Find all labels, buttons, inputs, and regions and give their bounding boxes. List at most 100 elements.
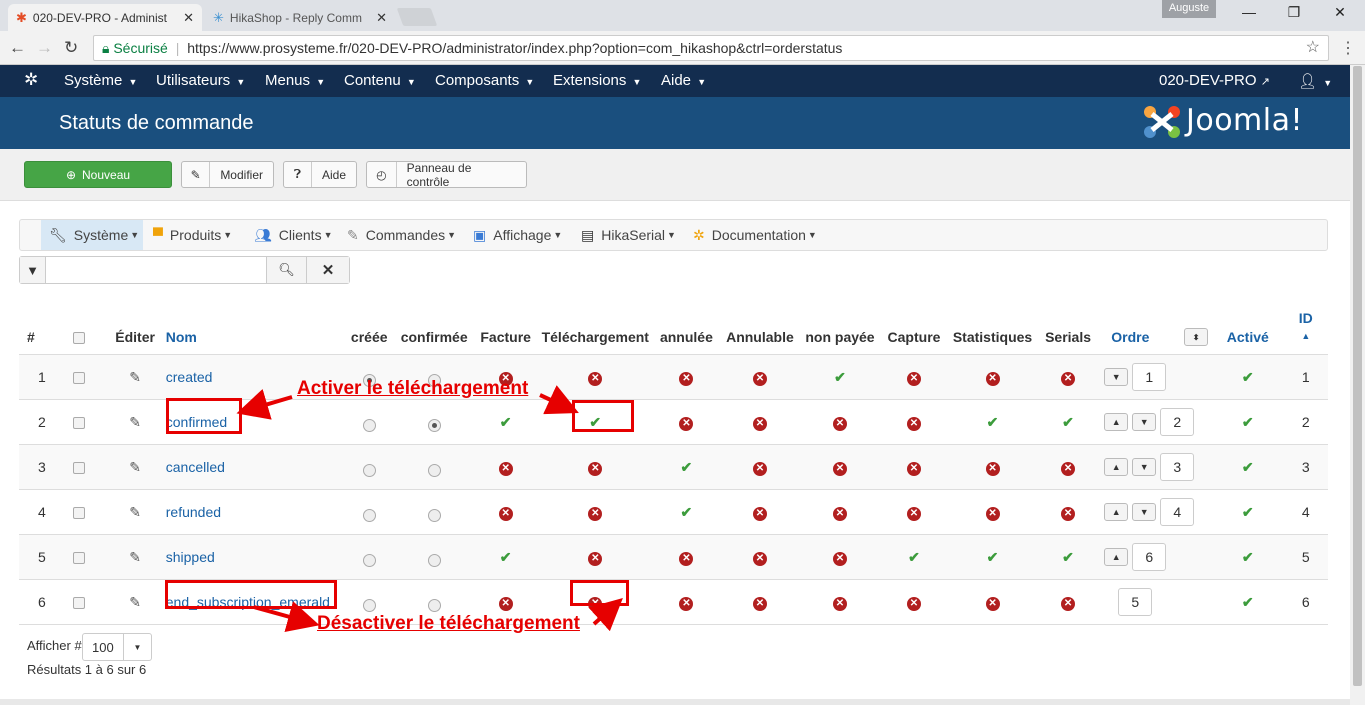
cross-circle-icon[interactable]: ✕: [588, 552, 603, 566]
select-all-checkbox[interactable]: [73, 332, 86, 345]
check-icon[interactable]: ✔: [500, 549, 512, 565]
check-icon[interactable]: ✔: [1062, 549, 1074, 565]
move-down-icon[interactable]: ▼: [1104, 368, 1129, 386]
check-icon[interactable]: ✔: [681, 459, 693, 475]
cross-circle-icon[interactable]: ✕: [498, 507, 513, 521]
forward-icon[interactable]: →: [36, 38, 53, 58]
cross-circle-icon[interactable]: ✕: [588, 507, 603, 521]
reload-icon[interactable]: ↻: [64, 38, 78, 58]
row-checkbox[interactable]: [73, 372, 86, 385]
check-icon[interactable]: ✔: [500, 414, 512, 430]
cross-circle-icon[interactable]: ✕: [588, 462, 603, 476]
cross-circle-icon[interactable]: ✕: [906, 597, 921, 611]
clear-icon[interactable]: ✕: [306, 257, 349, 283]
row-checkbox[interactable]: [73, 552, 86, 565]
cross-circle-icon[interactable]: ✕: [752, 507, 767, 521]
joomla-logo-icon[interactable]: ✲: [24, 70, 38, 90]
tab-hikashop[interactable]: ✳ HikaShop - Reply Comm ✕: [205, 4, 395, 31]
created-radio[interactable]: [362, 508, 376, 522]
hika-menu-documentation[interactable]: ✲ Documentation ▼: [693, 220, 817, 250]
order-input[interactable]: 6: [1132, 543, 1167, 571]
close-icon[interactable]: ✕: [376, 10, 387, 26]
cross-circle-icon[interactable]: ✕: [679, 597, 694, 611]
cross-circle-icon[interactable]: ✕: [906, 507, 921, 521]
search-icon[interactable]: 🔍︎: [266, 257, 306, 283]
col-active[interactable]: Activé: [1212, 310, 1284, 355]
pencil-icon[interactable]: ✎: [129, 594, 141, 610]
profile-badge[interactable]: Auguste: [1162, 0, 1216, 18]
check-icon[interactable]: ✔: [1242, 459, 1254, 475]
status-name-link[interactable]: cancelled: [157, 444, 345, 490]
pencil-icon[interactable]: ✎: [129, 549, 141, 565]
cross-circle-icon[interactable]: ✕: [752, 597, 767, 611]
cross-circle-icon[interactable]: ✕: [1061, 462, 1076, 476]
hika-menu-hikaserial[interactable]: ▤ HikaSerial ▼: [581, 220, 676, 250]
order-input[interactable]: 3: [1160, 453, 1195, 481]
cross-circle-icon[interactable]: ✕: [752, 552, 767, 566]
created-radio[interactable]: [362, 553, 376, 567]
cross-circle-icon[interactable]: ✕: [906, 372, 921, 386]
hika-menu-systeme[interactable]: 🔧︎ Système ▼: [41, 220, 143, 250]
close-window-icon[interactable]: ✕: [1325, 4, 1355, 21]
site-link[interactable]: 020-DEV-PRO ↗: [1159, 72, 1270, 89]
cross-circle-icon[interactable]: ✕: [752, 417, 767, 431]
hika-menu-produits[interactable]: ▀ Produits ▼: [153, 220, 232, 250]
check-icon[interactable]: ✔: [681, 504, 693, 520]
confirmed-radio[interactable]: [427, 553, 441, 567]
menu-kebab-icon[interactable]: ⋮: [1340, 38, 1356, 58]
bookmark-star-icon[interactable]: ☆: [1306, 36, 1320, 60]
search-input[interactable]: [46, 257, 266, 283]
pencil-icon[interactable]: ✎: [129, 504, 141, 520]
help-button[interactable]: ❓︎ Aide: [283, 161, 357, 188]
hika-menu-affichage[interactable]: ▣ Affichage ▼: [473, 220, 562, 250]
move-up-icon[interactable]: ▲: [1104, 458, 1129, 476]
minimize-icon[interactable]: —: [1234, 4, 1264, 20]
menu-contenu[interactable]: Contenu ▼: [344, 72, 416, 89]
maximize-icon[interactable]: ❐: [1279, 4, 1309, 21]
save-order-icon[interactable]: ⬍: [1184, 328, 1209, 346]
url-field[interactable]: 🔒︎ Sécurisé | https://www.prosysteme.fr/…: [93, 35, 1329, 61]
created-radio[interactable]: [362, 418, 376, 432]
cross-circle-icon[interactable]: ✕: [1061, 597, 1076, 611]
cross-circle-icon[interactable]: ✕: [498, 462, 513, 476]
order-input[interactable]: 4: [1160, 498, 1195, 526]
col-name[interactable]: Nom: [157, 310, 345, 355]
move-up-icon[interactable]: ▲: [1104, 413, 1129, 431]
limit-select[interactable]: 100 ▼: [82, 633, 152, 661]
move-up-icon[interactable]: ▲: [1104, 503, 1129, 521]
menu-menus[interactable]: Menus ▼: [265, 72, 325, 89]
cross-circle-icon[interactable]: ✕: [588, 372, 603, 386]
check-icon[interactable]: ✔: [1242, 369, 1254, 385]
check-icon[interactable]: ✔: [987, 414, 999, 430]
pencil-icon[interactable]: ✎: [129, 414, 141, 430]
menu-utilisateurs[interactable]: Utilisateurs ▼: [156, 72, 245, 89]
check-icon[interactable]: ✔: [1242, 594, 1254, 610]
cross-circle-icon[interactable]: ✕: [679, 372, 694, 386]
confirmed-radio[interactable]: [427, 463, 441, 477]
user-menu-icon[interactable]: 👤︎ ▼: [1298, 72, 1332, 90]
tab-admin[interactable]: ✱ 020-DEV-PRO - Administ ✕: [8, 4, 202, 31]
cross-circle-icon[interactable]: ✕: [1061, 507, 1076, 521]
cross-circle-icon[interactable]: ✕: [832, 462, 847, 476]
check-icon[interactable]: ✔: [1242, 549, 1254, 565]
menu-composants[interactable]: Composants ▼: [435, 72, 534, 89]
col-id[interactable]: ID ▲: [1283, 310, 1328, 355]
menu-aide[interactable]: Aide ▼: [661, 72, 706, 89]
row-checkbox[interactable]: [73, 507, 86, 520]
order-input[interactable]: 2: [1160, 408, 1195, 436]
check-icon[interactable]: ✔: [1242, 414, 1254, 430]
cross-circle-icon[interactable]: ✕: [679, 417, 694, 431]
order-input[interactable]: 5: [1118, 588, 1153, 616]
move-down-icon[interactable]: ▼: [1132, 458, 1157, 476]
hika-menu-commandes[interactable]: ✎ Commandes ▼: [347, 220, 456, 250]
check-icon[interactable]: ✔: [908, 549, 920, 565]
back-icon[interactable]: ←: [9, 38, 26, 58]
menu-systeme[interactable]: Système ▼: [64, 72, 137, 89]
cross-circle-icon[interactable]: ✕: [985, 597, 1000, 611]
check-icon[interactable]: ✔: [1062, 414, 1074, 430]
row-checkbox[interactable]: [73, 597, 86, 610]
hika-menu-clients[interactable]: 👥︎ Clients ▼: [254, 220, 333, 250]
edit-button[interactable]: ✎ Modifier: [181, 161, 274, 188]
row-checkbox[interactable]: [73, 462, 86, 475]
cross-circle-icon[interactable]: ✕: [906, 462, 921, 476]
